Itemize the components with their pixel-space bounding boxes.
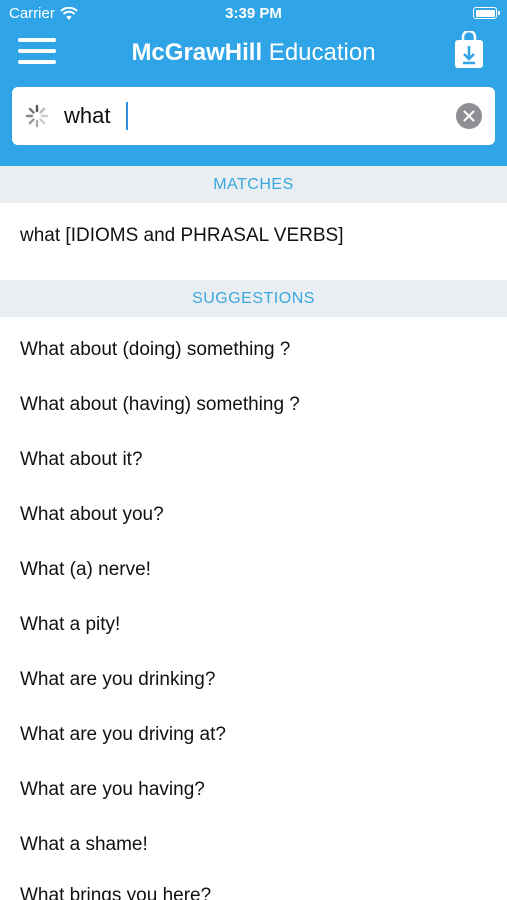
suggestion-item[interactable]: What are you driving at?	[20, 707, 500, 762]
suggestion-item[interactable]: What about it?	[20, 432, 500, 487]
loading-spinner-icon	[25, 104, 49, 128]
status-time: 3:39 PM	[225, 5, 282, 22]
clear-x-glyph	[463, 110, 475, 122]
suggestion-item[interactable]: What are you having?	[20, 762, 500, 817]
suggestion-item[interactable]: What a pity!	[20, 597, 500, 652]
battery-icon	[473, 7, 500, 19]
text-cursor	[126, 102, 128, 130]
status-bar: Carrier 3:39 PM	[0, 0, 507, 28]
search-bar	[12, 87, 495, 145]
match-item[interactable]: what [IDIOMS and PHRASAL VERBS]	[20, 208, 500, 263]
suggestion-item[interactable]: What brings you here?	[20, 868, 500, 900]
download-bag-icon[interactable]	[454, 31, 484, 69]
app-title-bold: McGrawHill	[131, 39, 263, 66]
suggestion-item[interactable]: What about (doing) something ?	[20, 322, 500, 377]
search-input[interactable]	[64, 101, 444, 131]
suggestion-item[interactable]: What (a) nerve!	[20, 542, 500, 597]
navigation-bar: McGrawHill Education	[0, 28, 507, 78]
suggestion-item[interactable]: What about (having) something ?	[20, 377, 500, 432]
suggestion-item[interactable]: What about you?	[20, 487, 500, 542]
app-title-regular: Education	[262, 39, 376, 66]
matches-header: MATCHES	[0, 166, 507, 203]
clear-search-icon[interactable]	[456, 103, 482, 129]
suggestions-header: SUGGESTIONS	[0, 280, 507, 317]
battery-level	[475, 9, 495, 17]
suggestion-item[interactable]: What are you drinking?	[20, 652, 500, 707]
app-header: Carrier 3:39 PM McGrawHill Education	[0, 0, 507, 166]
app-title: McGrawHill Education	[0, 39, 507, 67]
suggestion-item[interactable]: What a shame!	[20, 817, 500, 872]
